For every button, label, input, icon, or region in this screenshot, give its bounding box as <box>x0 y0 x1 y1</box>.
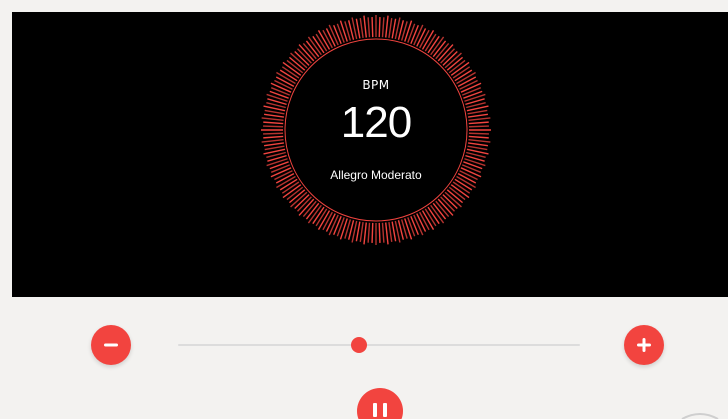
increase-bpm-button[interactable] <box>624 325 664 365</box>
bpm-value: 120 <box>340 98 412 147</box>
bpm-dial: BPM 120 Allegro Moderato <box>256 12 496 250</box>
metronome-app: BPM 120 Allegro Moderato <box>0 0 728 419</box>
tempo-name: Allegro Moderato <box>330 168 422 182</box>
controls-bar <box>0 297 728 419</box>
minus-icon <box>104 343 118 347</box>
bpm-label: BPM <box>362 78 390 92</box>
pause-icon <box>373 403 387 417</box>
slider-thumb[interactable] <box>350 337 367 353</box>
slider-track <box>178 344 580 346</box>
pause-button[interactable] <box>357 388 403 419</box>
corner-decoration <box>681 413 719 419</box>
bpm-display: BPM 120 Allegro Moderato <box>12 12 728 297</box>
decrease-bpm-button[interactable] <box>91 325 131 365</box>
plus-icon <box>637 338 651 352</box>
bpm-slider[interactable] <box>178 335 580 355</box>
